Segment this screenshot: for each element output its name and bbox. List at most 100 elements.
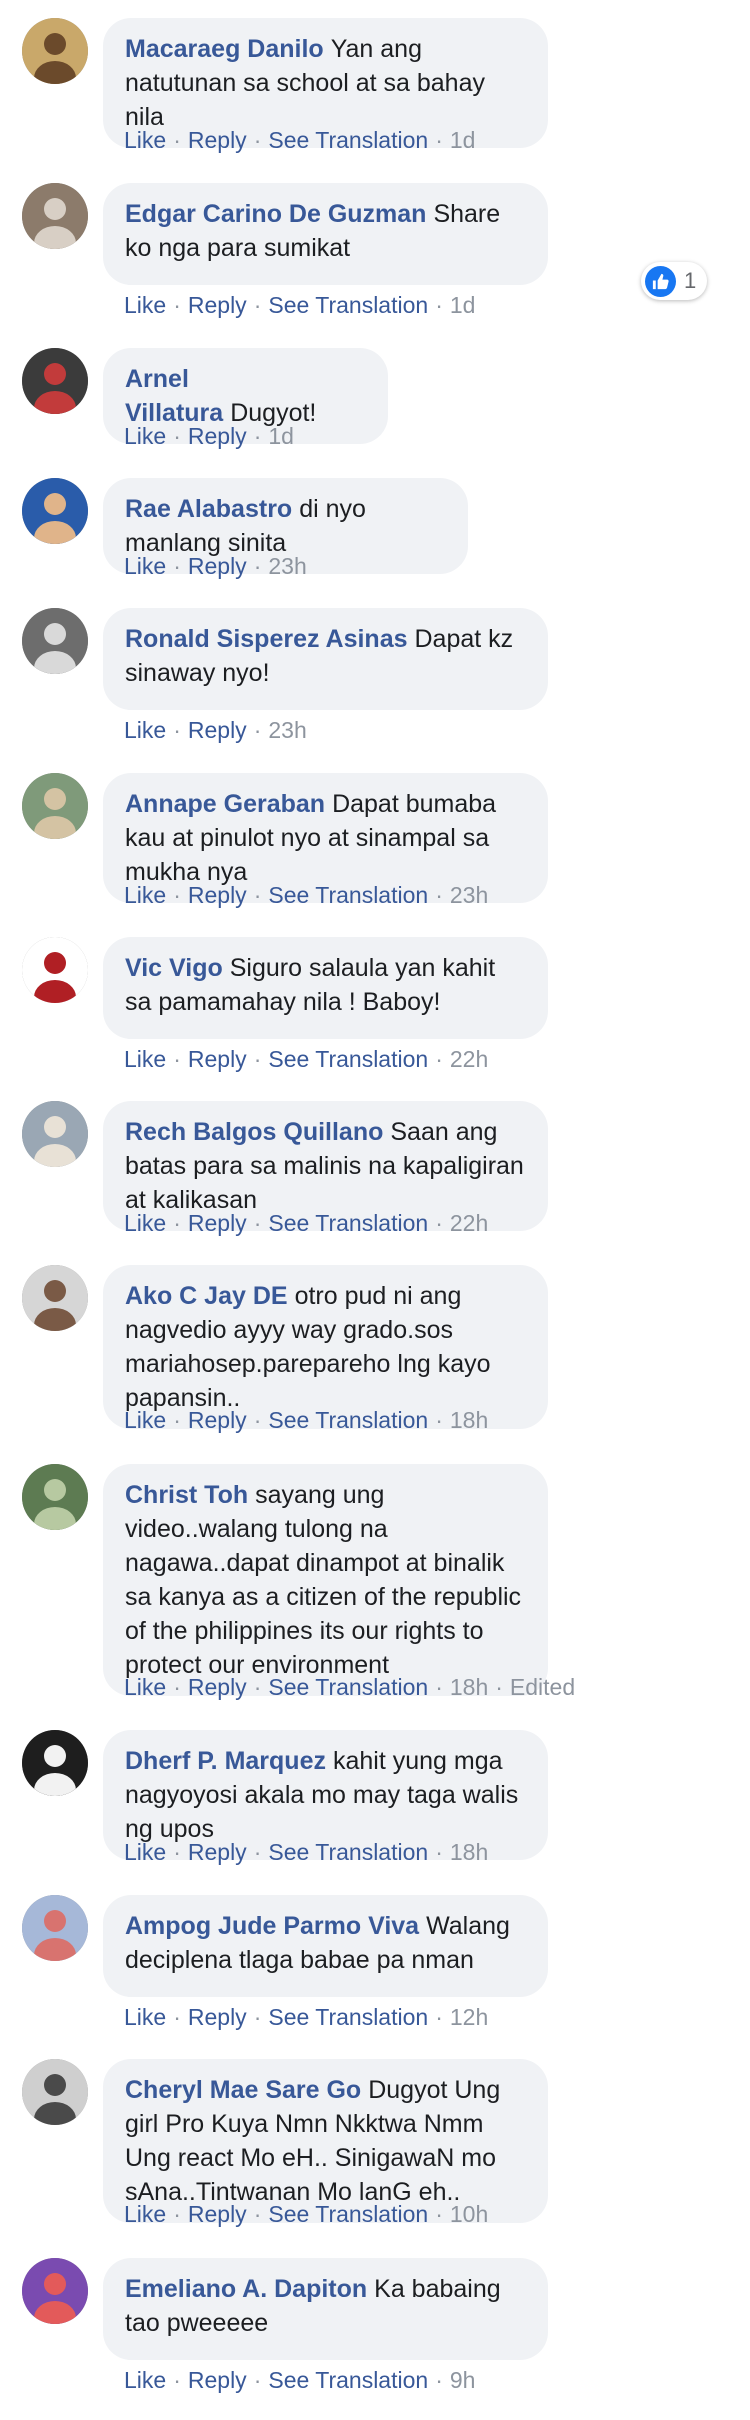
comment-timestamp[interactable]: 18h: [450, 1674, 488, 1700]
comment-timestamp[interactable]: 12h: [450, 2004, 488, 2030]
see-translation-link[interactable]: See Translation: [268, 1839, 428, 1865]
comment-timestamp[interactable]: 18h: [450, 1407, 488, 1433]
like-link[interactable]: Like: [124, 2201, 166, 2227]
thumbs-up-icon: [645, 265, 676, 297]
like-link[interactable]: Like: [124, 1210, 166, 1236]
comment-timestamp[interactable]: 1d: [268, 423, 294, 449]
avatar[interactable]: [22, 1895, 88, 1961]
avatar[interactable]: [22, 2059, 88, 2125]
comment-timestamp[interactable]: 1d: [450, 292, 476, 318]
reply-link[interactable]: Reply: [188, 1210, 247, 1236]
edited-label[interactable]: Edited: [510, 1674, 575, 1700]
see-translation-link[interactable]: See Translation: [268, 2201, 428, 2227]
reaction-badge[interactable]: 1: [641, 262, 708, 300]
like-link[interactable]: Like: [124, 717, 166, 743]
comment-author-link[interactable]: Emeliano A. Dapiton: [125, 2275, 367, 2303]
reply-link[interactable]: Reply: [188, 717, 247, 743]
avatar[interactable]: [22, 478, 88, 544]
reply-link[interactable]: Reply: [188, 423, 247, 449]
like-link[interactable]: Like: [124, 2004, 166, 2030]
avatar[interactable]: [22, 348, 88, 414]
comment-author-link[interactable]: Edgar Carino De Guzman: [125, 200, 426, 228]
comment-actions: Like · Reply · See Translation · 1d: [124, 127, 475, 154]
avatar[interactable]: [22, 183, 88, 249]
see-translation-link[interactable]: See Translation: [268, 127, 428, 153]
avatar[interactable]: [22, 937, 88, 1003]
comment-timestamp[interactable]: 1d: [450, 127, 476, 153]
like-link[interactable]: Like: [124, 292, 166, 318]
separator-dot: ·: [173, 2004, 181, 2030]
comment-author-link[interactable]: Rae Alabastro: [125, 495, 292, 523]
reply-link[interactable]: Reply: [188, 882, 247, 908]
like-link[interactable]: Like: [124, 2367, 166, 2393]
reply-link[interactable]: Reply: [188, 127, 247, 153]
comment-author-link[interactable]: Annape Geraban: [125, 790, 325, 818]
like-link[interactable]: Like: [124, 1839, 166, 1865]
like-link[interactable]: Like: [124, 553, 166, 579]
see-translation-link[interactable]: See Translation: [268, 2004, 428, 2030]
see-translation-link[interactable]: See Translation: [268, 292, 428, 318]
see-translation-link[interactable]: See Translation: [268, 1407, 428, 1433]
like-link[interactable]: Like: [124, 1407, 166, 1433]
comment-author-link[interactable]: Macaraeg Danilo: [125, 35, 324, 63]
reaction-count: 1: [684, 268, 697, 293]
avatar[interactable]: [22, 608, 88, 674]
separator-dot: ·: [173, 717, 181, 743]
comment-author-link[interactable]: Ronald Sisperez Asinas: [125, 625, 408, 653]
comment-author-link[interactable]: Dherf P. Marquez: [125, 1747, 326, 1775]
comment-timestamp[interactable]: 23h: [450, 882, 488, 908]
avatar[interactable]: [22, 1464, 88, 1530]
comment-author-link[interactable]: Ampog Jude Parmo Viva: [125, 1912, 419, 1940]
comment-timestamp[interactable]: 9h: [450, 2367, 476, 2393]
avatar[interactable]: [22, 1730, 88, 1796]
reply-link[interactable]: Reply: [188, 2004, 247, 2030]
comment-actions: Like · Reply · 23h: [124, 717, 307, 744]
avatar[interactable]: [22, 1101, 88, 1167]
like-link[interactable]: Like: [124, 127, 166, 153]
reply-link[interactable]: Reply: [188, 1839, 247, 1865]
comment-timestamp[interactable]: 23h: [268, 553, 306, 579]
see-translation-link[interactable]: See Translation: [268, 2367, 428, 2393]
see-translation-link[interactable]: See Translation: [268, 882, 428, 908]
avatar[interactable]: [22, 1265, 88, 1331]
separator-dot: ·: [253, 717, 262, 743]
avatar[interactable]: [22, 18, 88, 84]
comment-author-link[interactable]: Ako C Jay DE: [125, 1282, 288, 1310]
separator-dot: ·: [253, 1407, 262, 1433]
avatar[interactable]: [22, 773, 88, 839]
see-translation-link[interactable]: See Translation: [268, 1674, 428, 1700]
separator-dot: ·: [435, 2367, 443, 2393]
comment-timestamp[interactable]: 10h: [450, 2201, 488, 2227]
comment-actions: Like · Reply · See Translation · 22h: [124, 1046, 488, 1073]
reply-link[interactable]: Reply: [188, 2201, 247, 2227]
see-translation-link[interactable]: See Translation: [268, 1046, 428, 1072]
comment-timestamp[interactable]: 22h: [450, 1046, 488, 1072]
like-link[interactable]: Like: [124, 1674, 166, 1700]
reply-link[interactable]: Reply: [188, 2367, 247, 2393]
avatar[interactable]: [22, 2258, 88, 2324]
reply-link[interactable]: Reply: [188, 1407, 247, 1433]
reply-link[interactable]: Reply: [188, 1046, 247, 1072]
comment-timestamp[interactable]: 22h: [450, 1210, 488, 1236]
separator-dot: ·: [173, 882, 181, 908]
separator-dot: ·: [253, 127, 262, 153]
comment-author-link[interactable]: Arnel Villatura: [125, 365, 223, 427]
separator-dot: ·: [435, 2201, 443, 2227]
comment-author-link[interactable]: Vic Vigo: [125, 954, 223, 982]
see-translation-link[interactable]: See Translation: [268, 1210, 428, 1236]
comment-bubble: Ronald Sisperez Asinas Dapat kz sinaway n…: [103, 608, 548, 710]
reply-link[interactable]: Reply: [188, 292, 247, 318]
reply-link[interactable]: Reply: [188, 1674, 247, 1700]
like-link[interactable]: Like: [124, 882, 166, 908]
reply-link[interactable]: Reply: [188, 553, 247, 579]
like-link[interactable]: Like: [124, 423, 166, 449]
comment-item: Edgar Carino De Guzman Share ko nga para …: [0, 183, 750, 345]
like-link[interactable]: Like: [124, 1046, 166, 1072]
comment-author-link[interactable]: Cheryl Mae Sare Go: [125, 2076, 361, 2104]
comment-actions: Like · Reply · See Translation · 23h: [124, 882, 488, 909]
separator-dot: ·: [253, 1839, 262, 1865]
comment-author-link[interactable]: Rech Balgos Quillano: [125, 1118, 383, 1146]
comment-timestamp[interactable]: 23h: [268, 717, 306, 743]
comment-author-link[interactable]: Christ Toh: [125, 1481, 248, 1509]
comment-timestamp[interactable]: 18h: [450, 1839, 488, 1865]
